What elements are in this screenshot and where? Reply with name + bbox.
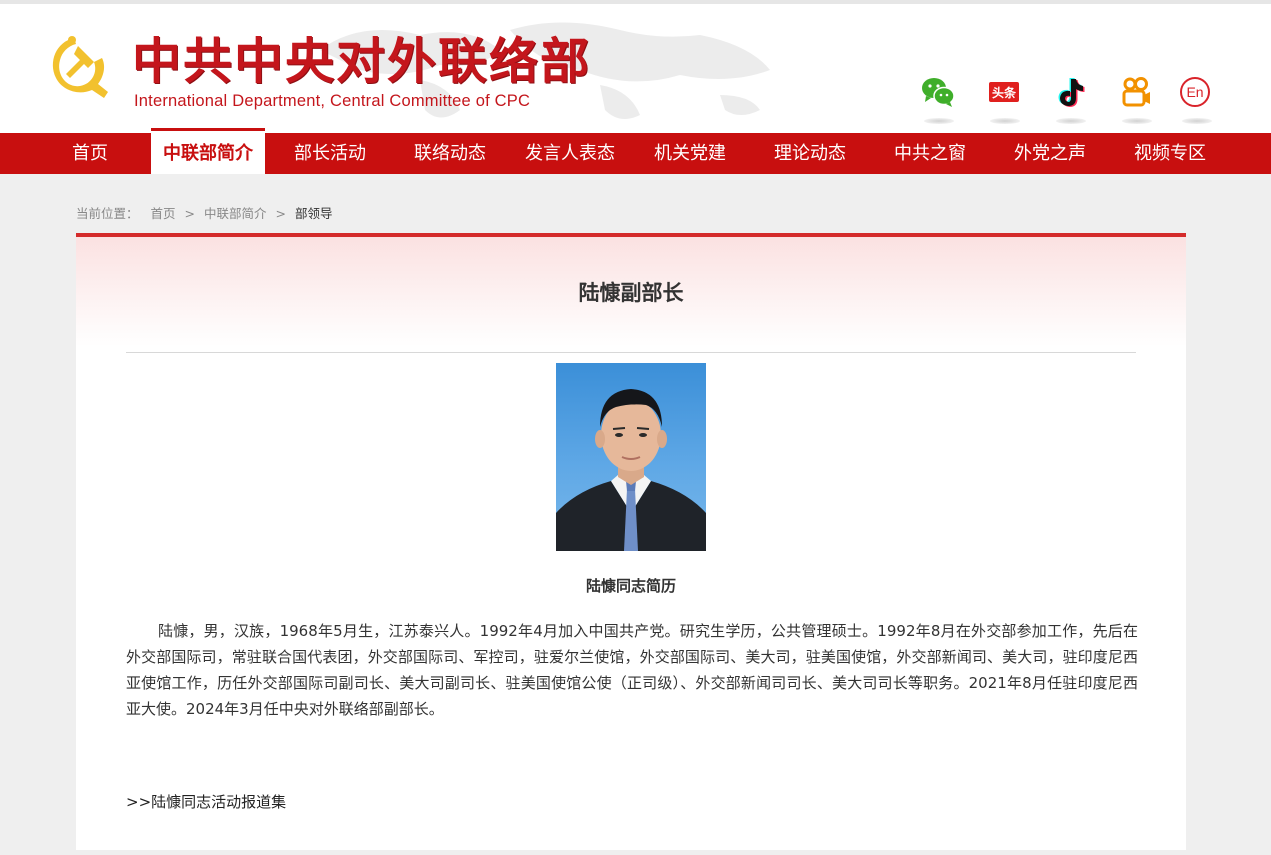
nav-item-theory[interactable]: 理论动态 <box>774 133 846 174</box>
breadcrumb-current[interactable]: 部领导 <box>295 206 333 221</box>
breadcrumb-separator: > <box>184 206 195 221</box>
nav-item-video[interactable]: 视频专区 <box>1134 133 1206 174</box>
portrait-illustration <box>556 389 706 551</box>
english-icon: En <box>1180 77 1210 107</box>
article-panel: 陆慷副部长 陆慷同志简历 陆慷，男，汉族，1968年5月生，江苏泰兴人。1992… <box>76 233 1186 850</box>
toutiao-link[interactable]: 头条 <box>986 74 1022 124</box>
breadcrumb-home[interactable]: 首页 <box>151 206 176 221</box>
bio-paragraph: 陆慷，男，汉族，1968年5月生，江苏泰兴人。1992年4月加入中国共产党。研究… <box>126 622 1138 718</box>
nav-item-home[interactable]: 首页 <box>72 133 108 174</box>
portrait-photo <box>556 363 706 551</box>
tiktok-link[interactable] <box>1052 74 1088 124</box>
activity-reports-link[interactable]: >>陆慷同志活动报道集 <box>126 791 286 812</box>
breadcrumb: 当前位置： 首页 > 中联部简介 > 部领导 <box>76 203 332 222</box>
toutiao-label: 头条 <box>992 85 1017 100</box>
nav-item-about[interactable]: 中联部简介 <box>151 128 265 174</box>
breadcrumb-prefix: 当前位置： <box>76 206 139 221</box>
kuaishou-link[interactable] <box>1118 74 1154 124</box>
site-header: 中共中央对外联络部 International Department, Cent… <box>0 0 1271 133</box>
wechat-link[interactable] <box>920 74 956 124</box>
wechat-icon <box>922 78 955 107</box>
site-title-english[interactable]: International Department, Central Commit… <box>134 92 530 111</box>
nav-item-liaison-news[interactable]: 联络动态 <box>414 133 486 174</box>
site-title-chinese[interactable]: 中共中央对外联络部 <box>132 32 591 90</box>
english-label: En <box>1186 84 1203 100</box>
breadcrumb-separator: > <box>275 206 286 221</box>
kuaishou-icon <box>1122 77 1150 107</box>
title-divider <box>126 352 1136 353</box>
nav-item-minister-activities[interactable]: 部长活动 <box>294 133 366 174</box>
nav-item-party-building[interactable]: 机关党建 <box>654 133 726 174</box>
main-nav: 首页 中联部简介 部长活动 联络动态 发言人表态 机关党建 理论动态 中共之窗 … <box>0 128 1271 174</box>
tiktok-icon <box>1058 78 1085 107</box>
english-version-link[interactable]: En <box>1178 74 1214 124</box>
toutiao-icon: 头条 <box>989 82 1019 102</box>
bio-subheading: 陆慷同志简历 <box>585 577 676 595</box>
nav-item-cpc-window[interactable]: 中共之窗 <box>894 133 966 174</box>
nav-item-foreign-parties[interactable]: 外党之声 <box>1014 133 1086 174</box>
nav-item-spokesperson[interactable]: 发言人表态 <box>525 133 615 174</box>
breadcrumb-about[interactable]: 中联部简介 <box>204 206 267 221</box>
article-title: 陆慷副部长 <box>578 281 684 305</box>
party-emblem-logo[interactable] <box>44 32 112 100</box>
